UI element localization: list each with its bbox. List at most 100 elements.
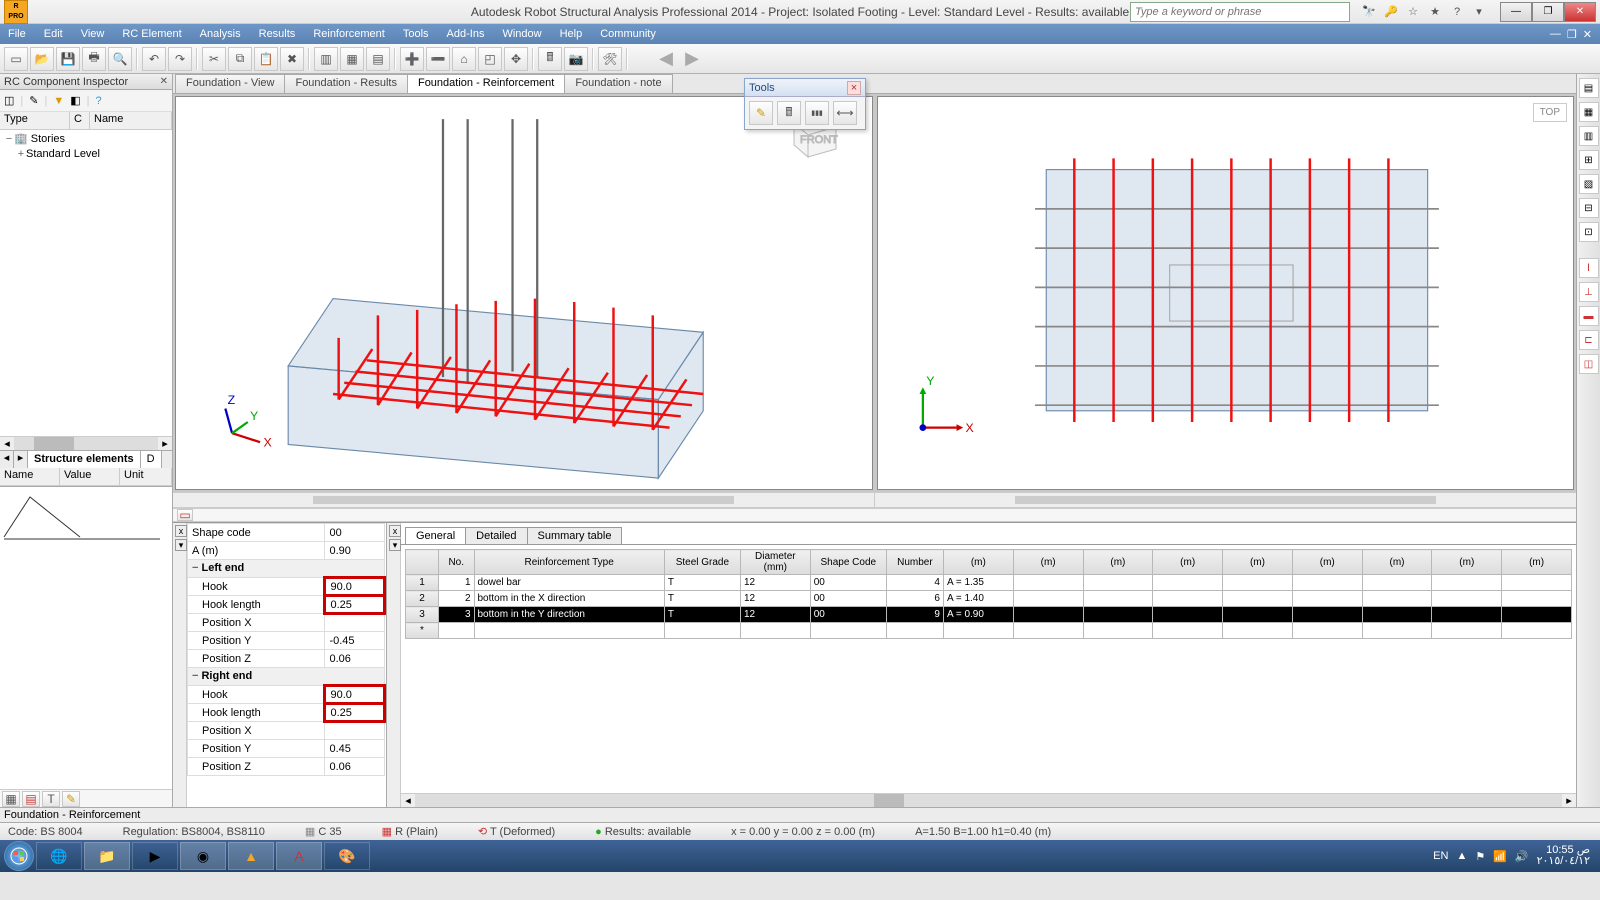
insp-help-icon[interactable]: ? <box>96 95 102 107</box>
th-m3[interactable]: (m) <box>1083 550 1153 575</box>
table-row-selected[interactable]: 33 bottom in the Y directionT 1200 9A = … <box>406 607 1572 623</box>
zoom-in-icon[interactable]: ➕ <box>400 47 424 71</box>
nav-prev-icon[interactable]: ◀ <box>654 47 678 71</box>
tab-foundation-results[interactable]: Foundation - Results <box>284 74 408 93</box>
search-input[interactable] <box>1130 2 1350 22</box>
zoom-fit-icon[interactable]: ⌂ <box>452 47 476 71</box>
tool-c-icon[interactable]: ▤ <box>366 47 390 71</box>
rt6-icon[interactable]: ⊟ <box>1579 198 1599 218</box>
menu-community[interactable]: Community <box>600 28 656 40</box>
menu-view[interactable]: View <box>81 28 105 40</box>
task-robot-icon[interactable]: ▲ <box>228 842 274 870</box>
start-button[interactable] <box>4 841 34 871</box>
val-right-posx[interactable] <box>325 722 385 740</box>
pane-pin1-icon[interactable]: ▾ <box>175 539 187 551</box>
tab-structure-elements[interactable]: Structure elements <box>28 451 141 468</box>
print-icon[interactable]: 🖶 <box>82 47 106 71</box>
tray-flag-icon[interactable]: ⚑ <box>1475 850 1485 863</box>
tab-nav-right-icon[interactable]: ▸ <box>14 451 28 468</box>
undo-icon[interactable]: ↶ <box>142 47 166 71</box>
inspector-close-icon[interactable]: ✕ <box>160 76 168 87</box>
new-icon[interactable]: ▭ <box>4 47 28 71</box>
rt12-icon[interactable]: ◫ <box>1579 354 1599 374</box>
copy-icon[interactable]: ⧉ <box>228 47 252 71</box>
menu-analysis[interactable]: Analysis <box>200 28 241 40</box>
rt11-icon[interactable]: ⊏ <box>1579 330 1599 350</box>
tray-lang[interactable]: EN <box>1433 850 1448 862</box>
th-m8[interactable]: (m) <box>1432 550 1502 575</box>
maximize-button[interactable]: ❐ <box>1532 2 1564 22</box>
minimize-button[interactable]: — <box>1500 2 1532 22</box>
tab-foundation-view[interactable]: Foundation - View <box>175 74 285 93</box>
zoom-window-icon[interactable]: ◰ <box>478 47 502 71</box>
ft-edit-icon[interactable]: ✎ <box>749 101 773 125</box>
rt7-icon[interactable]: ⊡ <box>1579 222 1599 242</box>
th-m2[interactable]: (m) <box>1013 550 1083 575</box>
rt3-icon[interactable]: ▥ <box>1579 126 1599 146</box>
menu-rcelement[interactable]: RC Element <box>122 28 181 40</box>
screenshot-icon[interactable]: 📷 <box>564 47 588 71</box>
tray-clock[interactable]: 10:55 ص ٢٠١٥/٠٤/١٢ <box>1537 845 1590 867</box>
zoom-out-icon[interactable]: ➖ <box>426 47 450 71</box>
val-left-hooklen[interactable]: 0.25 <box>325 596 385 614</box>
viewport-top[interactable]: TOP <box>877 96 1575 490</box>
th-grade[interactable]: Steel Grade <box>664 550 740 575</box>
table-row-new[interactable]: * <box>406 623 1572 639</box>
binoculars-icon[interactable]: 🔭 <box>1360 3 1378 21</box>
menu-tools[interactable]: Tools <box>403 28 429 40</box>
th-m5[interactable]: (m) <box>1223 550 1293 575</box>
val-left-posx[interactable] <box>325 614 385 632</box>
rt2-icon[interactable]: ▦ <box>1579 102 1599 122</box>
rt4-icon[interactable]: ⊞ <box>1579 150 1599 170</box>
star2-icon[interactable]: ★ <box>1426 3 1444 21</box>
menu-results[interactable]: Results <box>259 28 296 40</box>
th-no[interactable]: No. <box>438 550 474 575</box>
dropdown-icon[interactable]: ▾ <box>1470 3 1488 21</box>
cut-icon[interactable]: ✂ <box>202 47 226 71</box>
redo-icon[interactable]: ↷ <box>168 47 192 71</box>
si1-icon[interactable]: ▦ <box>2 791 20 807</box>
float-close-icon[interactable]: × <box>847 81 861 95</box>
key-icon[interactable]: 🔑 <box>1382 3 1400 21</box>
val-right-posy[interactable]: 0.45 <box>325 740 385 758</box>
rt9-icon[interactable]: ⊥ <box>1579 282 1599 302</box>
si2-icon[interactable]: ▤ <box>22 791 40 807</box>
subtab-general[interactable]: General <box>405 527 466 544</box>
val-right-hooklen[interactable]: 0.25 <box>325 704 385 722</box>
th-dia[interactable]: Diameter (mm) <box>740 550 810 575</box>
th-sc[interactable]: Shape Code <box>810 550 886 575</box>
task-autocad-icon[interactable]: A <box>276 842 322 870</box>
preview-icon[interactable]: 🔍 <box>108 47 132 71</box>
viewport-3d[interactable]: FRONT <box>175 96 873 490</box>
subtab-summary[interactable]: Summary table <box>527 527 623 544</box>
rt1-icon[interactable]: ▤ <box>1579 78 1599 98</box>
val-left-posy[interactable]: -0.45 <box>325 632 385 650</box>
th-m9[interactable]: (m) <box>1502 550 1572 575</box>
pane-pin2-icon[interactable]: ▾ <box>389 539 401 551</box>
table-row[interactable]: 22 bottom in the X directionT 1200 6A = … <box>406 591 1572 607</box>
menu-window[interactable]: Window <box>502 28 541 40</box>
task-paint-icon[interactable]: 🎨 <box>324 842 370 870</box>
mdi-restore-icon[interactable]: ❐ <box>1567 28 1577 41</box>
menu-file[interactable]: File <box>8 28 26 40</box>
si3-icon[interactable]: T <box>42 791 60 807</box>
options-icon[interactable]: 🛠 <box>598 47 622 71</box>
tree-child[interactable]: +Standard Level <box>2 147 170 162</box>
val-left-posz[interactable]: 0.06 <box>325 650 385 668</box>
pane-close2-icon[interactable]: x <box>389 525 401 537</box>
mdi-close-icon[interactable]: ✕ <box>1583 28 1592 41</box>
th-m7[interactable]: (m) <box>1362 550 1432 575</box>
help-icon[interactable]: ? <box>1448 3 1466 21</box>
rt10-icon[interactable]: ▬ <box>1579 306 1599 326</box>
tray-vol-icon[interactable]: 🔊 <box>1515 850 1529 863</box>
open-icon[interactable]: 📂 <box>30 47 54 71</box>
task-ie-icon[interactable]: 🌐 <box>36 842 82 870</box>
th-type[interactable]: Reinforcement Type <box>474 550 664 575</box>
tab-d[interactable]: D <box>141 451 162 468</box>
ft-dim-icon[interactable]: ⟷ <box>833 101 857 125</box>
insp-filter-icon[interactable]: ▼ <box>53 95 64 107</box>
hscroll-left-icon[interactable]: ◂ <box>0 437 14 450</box>
th-m4[interactable]: (m) <box>1153 550 1223 575</box>
reinforcement-grid[interactable]: No. Reinforcement Type Steel Grade Diame… <box>405 549 1572 639</box>
pan-icon[interactable]: ✥ <box>504 47 528 71</box>
